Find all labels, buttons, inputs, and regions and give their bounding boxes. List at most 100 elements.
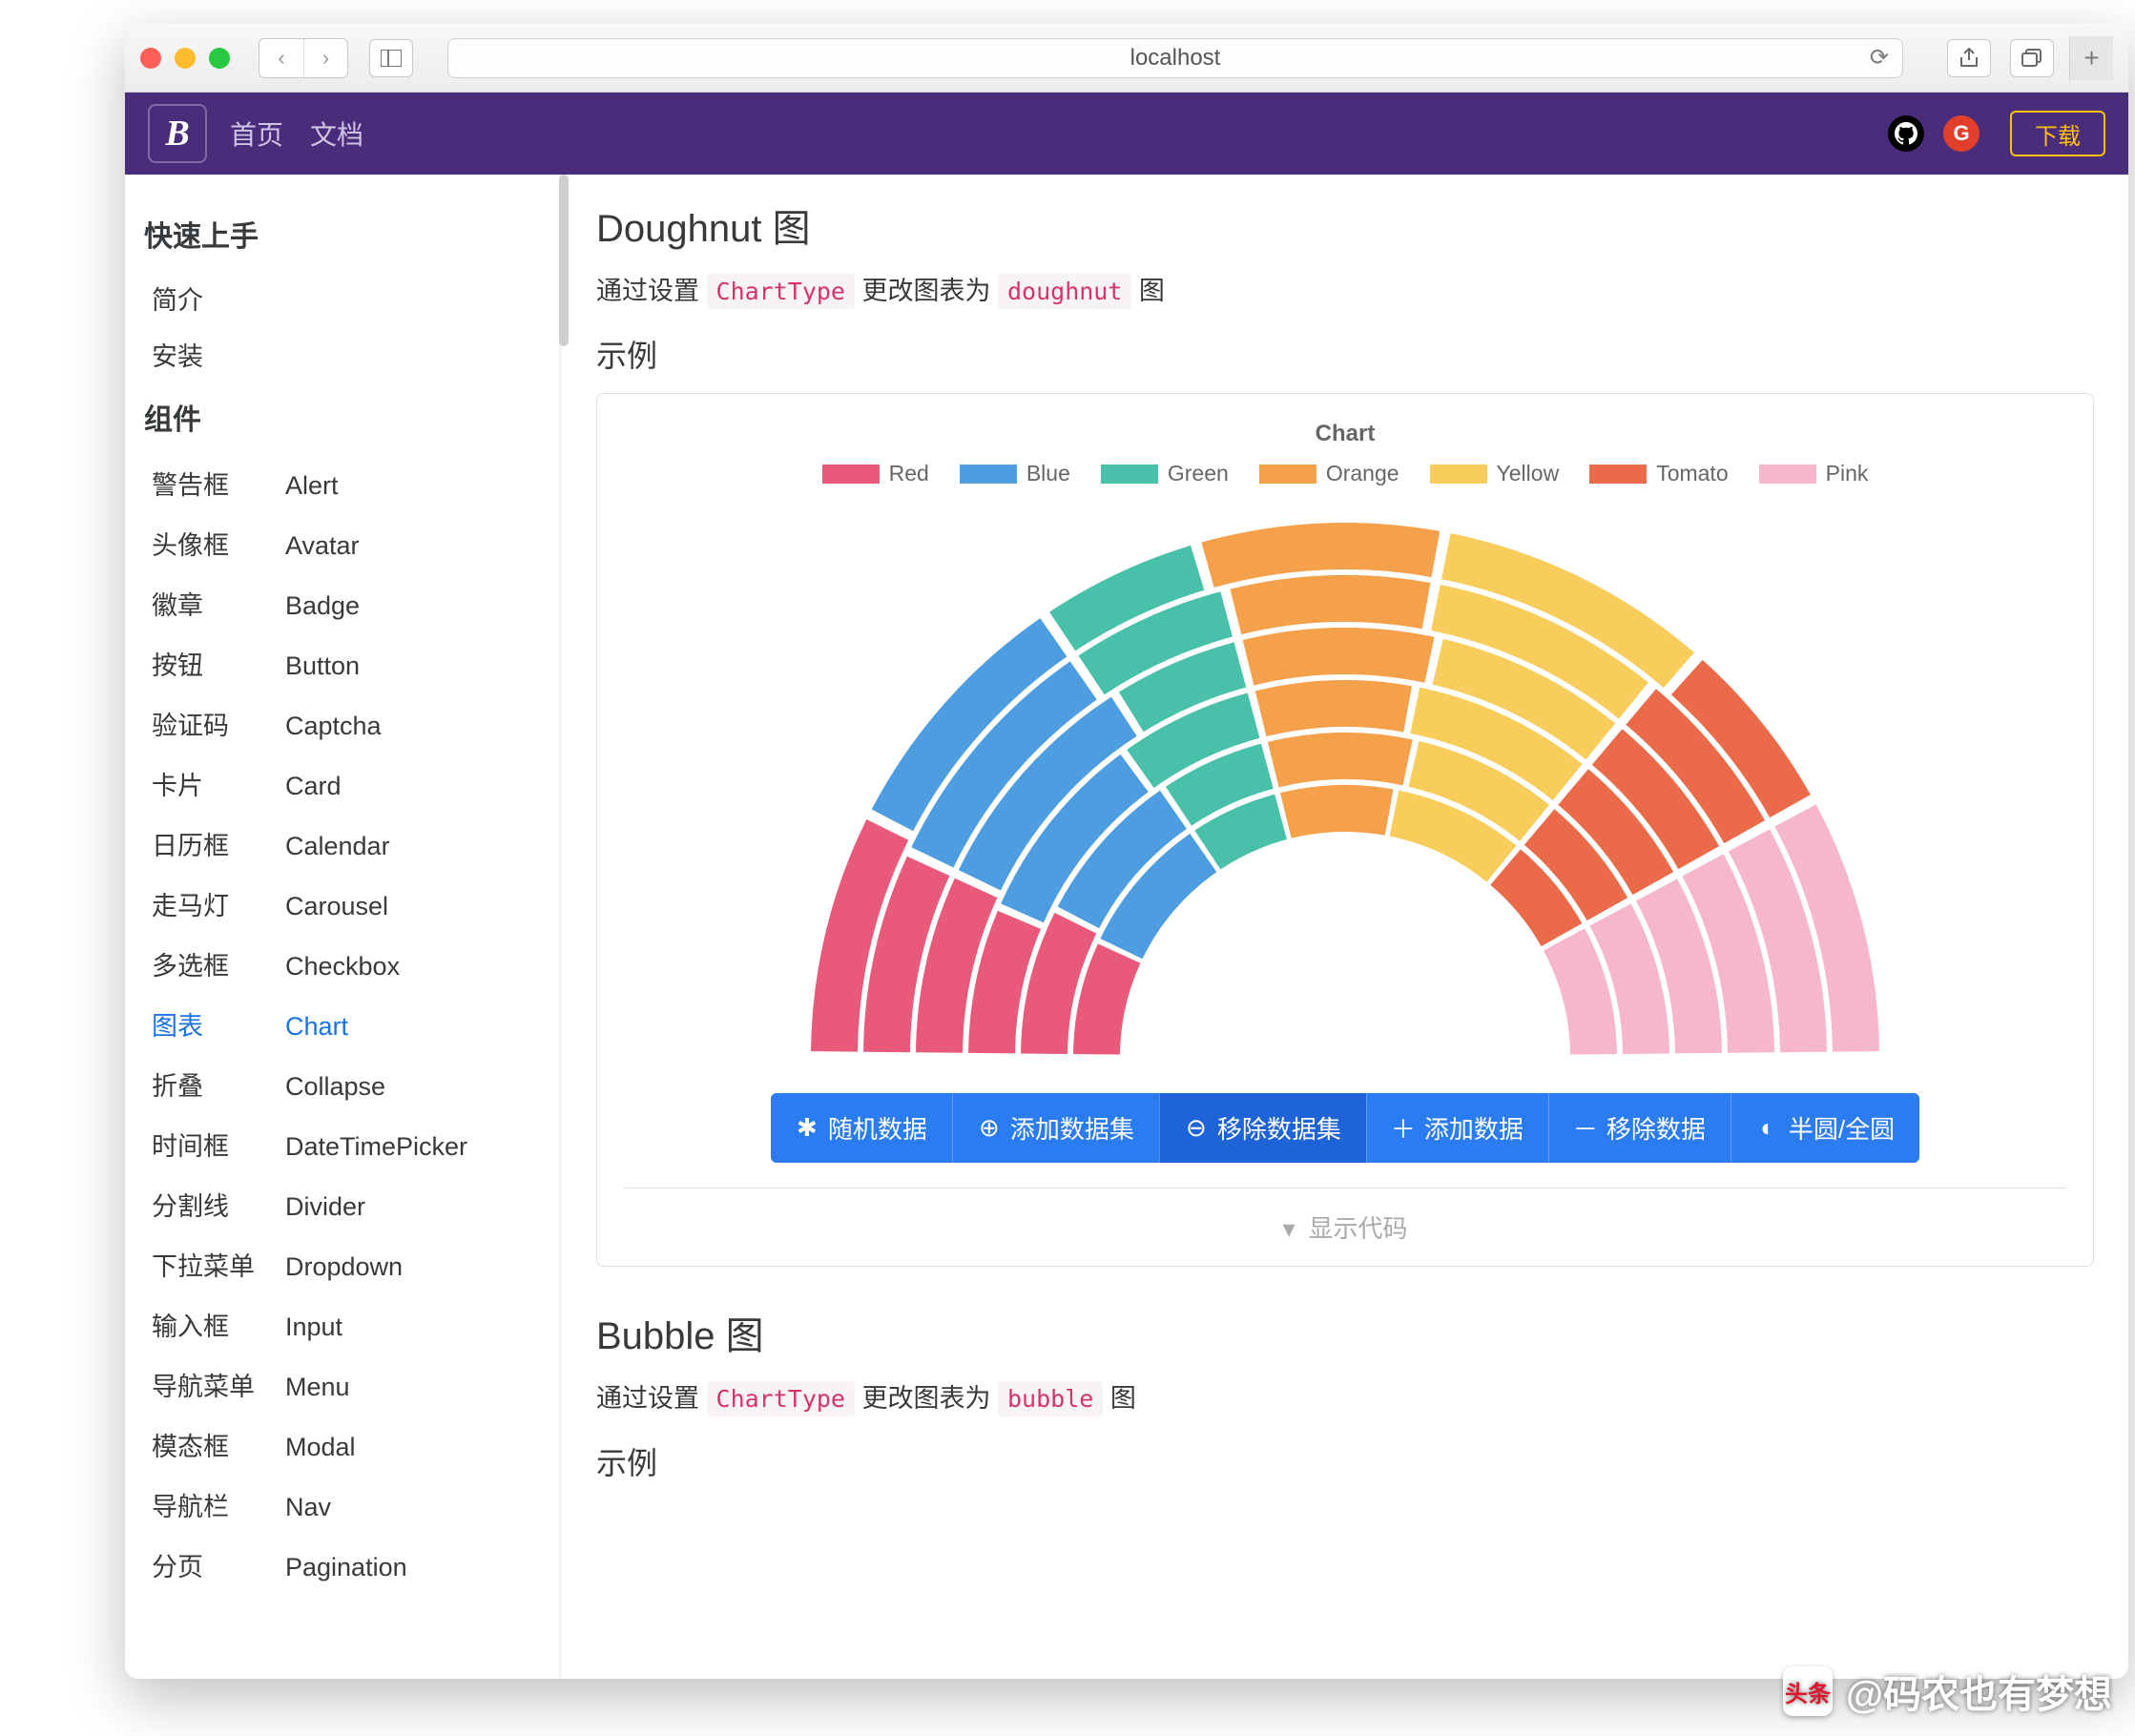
back-button[interactable]: ‹ — [259, 39, 303, 77]
minus-circle-icon: ⊖ — [1185, 1117, 1208, 1140]
add-data-button[interactable]: ＋添加数据 — [1366, 1093, 1548, 1163]
sidebar-item-modal[interactable]: 模态框Modal — [144, 1415, 540, 1475]
vertical-divider[interactable] — [559, 175, 562, 1679]
address-bar[interactable]: localhost ⟳ — [447, 38, 1903, 78]
sidebar-item-datetimepicker[interactable]: 时间框DateTimePicker — [144, 1114, 540, 1174]
circle-half-icon: ◐ — [1756, 1117, 1779, 1140]
legend-swatch — [1759, 465, 1816, 484]
tabs-button[interactable] — [2010, 39, 2054, 77]
chart-segment — [1268, 733, 1413, 787]
caret-down-icon: ▾ — [1282, 1214, 1295, 1243]
app-header: B 首页 文档 G 下载 — [125, 93, 2128, 175]
share-button[interactable] — [1947, 39, 1991, 77]
chart-demo-card: Chart Red Blue Green Orange Yellow Tomato Pink… — [596, 393, 2094, 1267]
plus-circle-icon: ⊕ — [978, 1117, 1001, 1140]
brand-logo[interactable]: B — [148, 104, 207, 163]
legend-label: Pink — [1826, 461, 1869, 486]
sidebar-group-components: 组件 — [144, 396, 540, 438]
gear-icon: ✱ — [796, 1117, 819, 1140]
sidebar-toggle-button[interactable] — [369, 39, 413, 77]
legend-item[interactable]: Tomato — [1589, 461, 1728, 486]
gitee-icon[interactable]: G — [1943, 115, 1980, 152]
nav-home[interactable]: 首页 — [230, 114, 283, 153]
code-doughnut: doughnut — [998, 274, 1131, 309]
sidebar-group-quickstart: 快速上手 — [144, 213, 540, 255]
sidebar-item-avatar[interactable]: 头像框Avatar — [144, 513, 540, 573]
legend-label: Tomato — [1656, 461, 1728, 486]
code-charttype2: ChartType — [707, 1381, 855, 1416]
remove-data-button[interactable]: －移除数据 — [1548, 1093, 1731, 1163]
sidebar-item-nav[interactable]: 导航栏Nav — [144, 1475, 540, 1535]
legend-swatch — [960, 465, 1017, 484]
half-full-button[interactable]: ◐半圆/全圆 — [1731, 1093, 1919, 1163]
new-tab-button[interactable]: + — [2069, 36, 2113, 80]
random-data-button[interactable]: ✱随机数据 — [771, 1093, 952, 1163]
nav-docs[interactable]: 文档 — [310, 114, 363, 153]
chart-title: Chart — [624, 421, 2066, 447]
show-code-toggle[interactable]: ▾显示代码 — [624, 1188, 2066, 1266]
sidebar-item-pagination[interactable]: 分页Pagination — [144, 1535, 540, 1595]
code-charttype: ChartType — [707, 274, 855, 309]
sidebar-item-alert[interactable]: 警告框Alert — [144, 453, 540, 513]
legend-item[interactable]: Yellow — [1430, 461, 1560, 486]
section-desc-doughnut: 通过设置 ChartType 更改图表为 doughnut 图 — [596, 270, 2094, 307]
legend-item[interactable]: Orange — [1259, 461, 1399, 486]
sidebar-item-checkbox[interactable]: 多选框Checkbox — [144, 934, 540, 994]
example-heading: 示例 — [596, 332, 2094, 376]
legend-swatch — [1259, 465, 1316, 484]
sidebar-item-captcha[interactable]: 验证码Captcha — [144, 693, 540, 754]
chart-segment — [1243, 628, 1435, 686]
sidebar-item-calendar[interactable]: 日历框Calendar — [144, 814, 540, 874]
maximize-window-icon[interactable] — [209, 48, 230, 69]
close-window-icon[interactable] — [140, 48, 161, 69]
sidebar-item-chart[interactable]: 图表Chart — [144, 994, 540, 1054]
main-content: Doughnut 图 通过设置 ChartType 更改图表为 doughnut… — [562, 175, 2128, 1679]
sidebar-item-badge[interactable]: 徽章Badge — [144, 573, 540, 633]
browser-window: ‹ › localhost ⟳ + B — [125, 24, 2128, 1679]
legend-swatch — [1430, 465, 1487, 484]
legend-item[interactable]: Blue — [960, 461, 1070, 486]
sidebar-item-card[interactable]: 卡片Card — [144, 754, 540, 814]
legend-item[interactable]: Green — [1101, 461, 1229, 486]
sidebar-item-menu[interactable]: 导航菜单Menu — [144, 1354, 540, 1415]
sidebar-item-dropdown[interactable]: 下拉菜单Dropdown — [144, 1234, 540, 1294]
sidebar: 快速上手 简介安装 组件 警告框Alert头像框Avatar徽章Badge按钮B… — [125, 175, 559, 1679]
sidebar-item[interactable]: 安装 — [144, 326, 540, 382]
url-text: localhost — [1130, 45, 1221, 72]
legend-item[interactable]: Pink — [1759, 461, 1869, 486]
github-icon[interactable] — [1888, 115, 1924, 152]
legend-label: Orange — [1326, 461, 1399, 486]
doughnut-chart — [624, 504, 2066, 1066]
sidebar-item-carousel[interactable]: 走马灯Carousel — [144, 874, 540, 934]
forward-button[interactable]: › — [303, 39, 347, 77]
example-heading-2: 示例 — [596, 1439, 2094, 1483]
plus-icon: ＋ — [1392, 1117, 1415, 1140]
section-title-bubble: Bubble 图 — [596, 1305, 2094, 1360]
sidebar-item-collapse[interactable]: 折叠Collapse — [144, 1054, 540, 1114]
sidebar-item-input[interactable]: 输入框Input — [144, 1294, 540, 1354]
chart-segment — [1231, 575, 1431, 634]
section-title-doughnut: Doughnut 图 — [596, 197, 2094, 253]
remove-dataset-button[interactable]: ⊖移除数据集 — [1159, 1093, 1366, 1163]
legend-item[interactable]: Red — [822, 461, 929, 486]
legend-swatch — [1589, 465, 1647, 484]
section-desc-bubble: 通过设置 ChartType 更改图表为 bubble 图 — [596, 1377, 2094, 1415]
legend-label: Yellow — [1497, 461, 1560, 486]
refresh-icon[interactable]: ⟳ — [1870, 44, 1889, 72]
code-bubble: bubble — [998, 1381, 1103, 1416]
legend-label: Blue — [1026, 461, 1070, 486]
nav-buttons: ‹ › — [259, 38, 348, 78]
legend-swatch — [1101, 465, 1158, 484]
minimize-window-icon[interactable] — [175, 48, 196, 69]
chart-legend: Red Blue Green Orange Yellow Tomato Pink — [624, 461, 2066, 486]
titlebar: ‹ › localhost ⟳ + — [125, 24, 2128, 93]
download-button[interactable]: 下载 — [2010, 111, 2105, 156]
chart-segment — [1255, 680, 1412, 736]
legend-swatch — [822, 465, 880, 484]
add-dataset-button[interactable]: ⊕添加数据集 — [952, 1093, 1159, 1163]
chart-toolbar: ✱随机数据 ⊕添加数据集 ⊖移除数据集 ＋添加数据 －移除数据 ◐半圆/全圆 — [771, 1093, 1919, 1163]
sidebar-item-button[interactable]: 按钮Button — [144, 633, 540, 693]
sidebar-item-divider[interactable]: 分割线Divider — [144, 1174, 540, 1234]
legend-label: Red — [889, 461, 929, 486]
sidebar-item[interactable]: 简介 — [144, 270, 540, 326]
